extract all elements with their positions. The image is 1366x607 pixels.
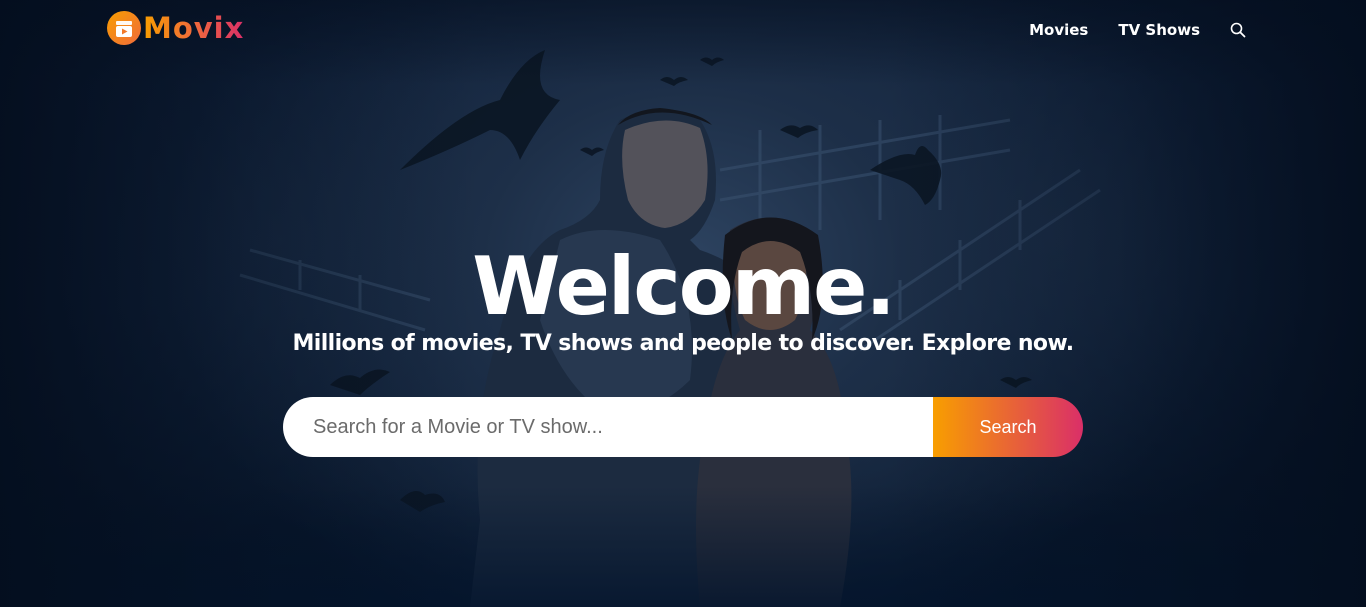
hero-title: Welcome. (472, 240, 895, 333)
hero-subtitle: Millions of movies, TV shows and people … (292, 331, 1074, 356)
hero-content: Welcome. Millions of movies, TV shows an… (0, 0, 1366, 607)
search-button[interactable]: Search (933, 397, 1083, 457)
search-input[interactable] (283, 397, 933, 457)
hero-section: Movix Movies TV Shows Welcome. Millions … (0, 0, 1366, 607)
hero-search-bar: Search (283, 397, 1083, 457)
